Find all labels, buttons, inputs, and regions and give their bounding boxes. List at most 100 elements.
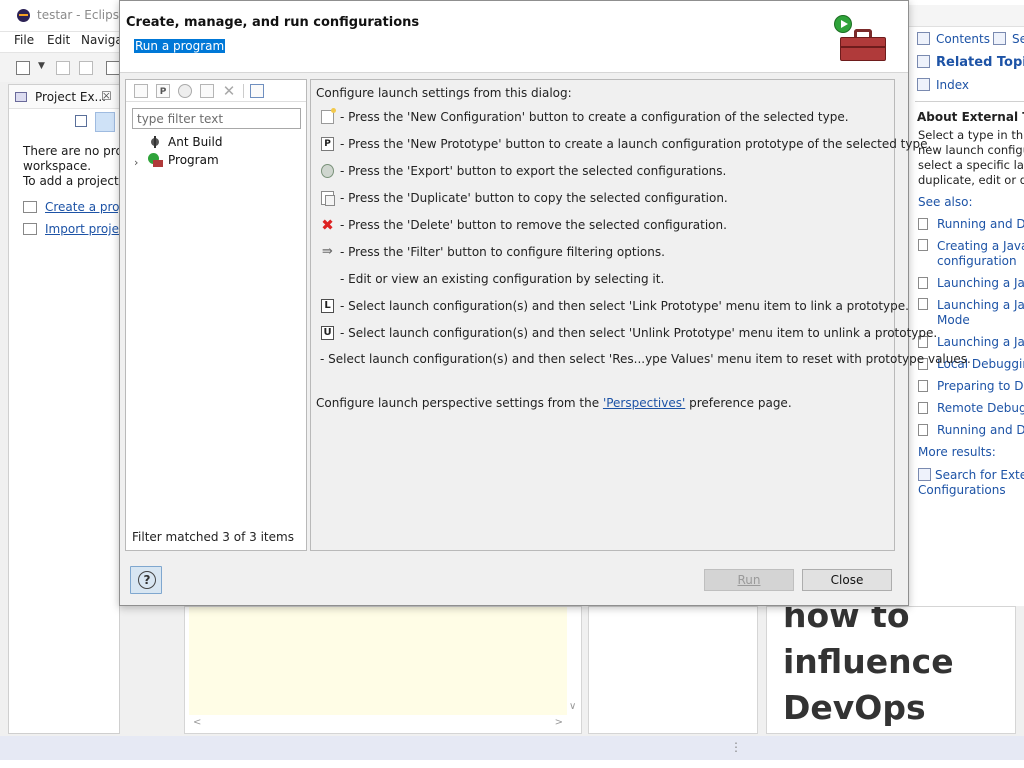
duplicate-icon <box>321 191 335 206</box>
help-search-external-link[interactable]: Search for Extern Configurations <box>918 468 1024 498</box>
info-line: - Select launch configuration(s) and the… <box>340 299 909 313</box>
menu-edit[interactable]: Edit <box>47 33 70 47</box>
tree-item-program[interactable]: Program <box>148 153 219 167</box>
new-prototype-icon: P <box>321 137 334 151</box>
delete-icon[interactable]: ✕ <box>222 84 236 99</box>
help-search-external-label: Search for Extern Configurations <box>918 468 1024 497</box>
close-icon[interactable]: ☒ <box>101 89 112 103</box>
perspectives-link[interactable]: 'Perspectives' <box>603 396 685 410</box>
help-topic-label: Launching a Java <box>937 276 1024 290</box>
dropdown-arrow-icon[interactable]: ▼ <box>38 61 45 71</box>
launch-info-panel: Configure launch settings from this dial… <box>310 79 971 551</box>
filter-status: Filter matched 3 of 3 items <box>132 530 294 544</box>
eclipse-logo-icon <box>17 9 30 22</box>
help-about-text: Select a type in this t new launch confi… <box>918 128 1024 187</box>
perspective-info: Configure launch perspective settings fr… <box>316 396 792 410</box>
document-icon <box>918 380 928 392</box>
help-topic-label: Remote Debugg <box>937 401 1024 415</box>
project-explorer-icon <box>15 92 27 102</box>
window-titlebar: testar - Eclipse I <box>0 0 134 32</box>
collapse-all-icon[interactable] <box>250 84 264 98</box>
index-icon <box>917 78 930 91</box>
help-topic-link[interactable]: Running and De <box>918 217 1024 232</box>
info-line: - Press the 'New Configuration' button t… <box>340 110 849 124</box>
program-launch-icon <box>148 153 163 167</box>
help-topic-label: Creating a Java a configuration <box>937 239 1024 268</box>
export-icon <box>321 164 334 178</box>
help-search-link[interactable]: Se <box>993 32 1024 46</box>
document-icon <box>918 424 928 436</box>
help-topic-link[interactable]: Preparing to Deb <box>918 379 1024 394</box>
help-topic-link[interactable]: Running and De <box>918 423 1024 438</box>
info-line: - Press the 'Delete' button to remove th… <box>340 218 727 232</box>
close-button[interactable]: Close <box>802 569 892 591</box>
help-topic-label: Launching a Java <box>937 335 1024 349</box>
window-bottom-edge <box>0 760 1024 768</box>
related-topics-icon <box>917 55 930 68</box>
help-contents-link[interactable]: Contents <box>917 32 990 46</box>
help-topic-link[interactable]: Launching a Java Mode <box>918 298 1024 328</box>
main-toolbar: ▼ <box>0 52 120 82</box>
new-configuration-icon[interactable] <box>134 84 148 98</box>
new-prototype-icon[interactable]: P <box>156 84 170 98</box>
help-related-topics-label: Related Topics <box>936 55 1024 70</box>
import-icon <box>23 223 37 235</box>
help-see-also: See also: <box>918 195 973 209</box>
expand-arrow-icon[interactable]: › <box>134 156 138 169</box>
link-with-editor-icon[interactable] <box>95 112 115 132</box>
launch-config-toolbar: P ✕ <box>126 80 306 102</box>
tree-item-label: Program <box>168 153 219 167</box>
menubar: File Edit Navigat <box>0 32 127 52</box>
help-toolbar <box>909 5 1024 27</box>
help-contents-label: Contents <box>936 32 990 46</box>
import-project-label: Import proje <box>45 222 119 236</box>
export-icon[interactable] <box>178 84 192 98</box>
search-icon <box>918 468 931 481</box>
menu-file[interactable]: File <box>14 33 34 47</box>
status-bar: ⋮ <box>0 736 1024 760</box>
help-topic-label: Running and De <box>937 217 1024 231</box>
save-all-icon[interactable] <box>79 61 93 75</box>
help-topic-label: Running and De <box>937 423 1024 437</box>
dialog-subtitle: Run a program <box>134 39 226 53</box>
info-intro: Configure launch settings from this dial… <box>316 86 572 100</box>
tree-item-ant-build[interactable]: Ant Build <box>148 135 222 149</box>
collapse-all-icon[interactable] <box>75 115 87 127</box>
search-icon <box>993 32 1006 45</box>
help-topic-link[interactable]: Remote Debugg <box>918 401 1024 416</box>
project-explorer-tab-label: Project Ex... <box>35 90 106 104</box>
help-topic-link[interactable]: Launching a Java <box>918 276 1024 291</box>
run-button[interactable]: Run <box>704 569 794 591</box>
create-project-link[interactable]: Create a proj <box>23 200 123 214</box>
help-index-label: Index <box>936 78 970 92</box>
help-button[interactable]: ? <box>130 566 162 594</box>
duplicate-icon[interactable] <box>200 84 214 98</box>
run-button-label: Run <box>737 573 761 587</box>
link-prototype-icon: L <box>321 299 334 313</box>
help-index-link[interactable]: Index <box>917 78 969 92</box>
delete-icon: ✖ <box>321 216 334 234</box>
vertical-scrollbar-arrow-icon[interactable]: ∨ <box>569 701 576 712</box>
dialog-header: Create, manage, and run configurations R… <box>120 1 908 73</box>
create-project-label: Create a proj <box>45 200 123 214</box>
perspective-suffix: preference page. <box>685 396 792 410</box>
info-line: - Press the 'Filter' button to configure… <box>340 245 665 259</box>
help-topic-link[interactable]: Creating a Java a configuration <box>918 239 1024 269</box>
new-wizard-icon[interactable] <box>16 61 30 75</box>
help-about-title: About External Tool <box>917 110 1024 124</box>
filter-input[interactable] <box>132 108 301 129</box>
import-project-link[interactable]: Import proje <box>23 222 119 236</box>
editor-area-left: < > ∨ <box>184 606 582 734</box>
resize-grip-icon[interactable]: ⋮ <box>730 740 742 754</box>
unlink-prototype-icon: U <box>321 326 334 340</box>
run-configurations-dialog: Create, manage, and run configurations R… <box>119 0 971 606</box>
document-icon <box>918 218 928 230</box>
debug-icon[interactable] <box>106 61 120 75</box>
project-explorer-tab[interactable]: Project Ex... ☒ <box>9 85 121 109</box>
dialog-title: Create, manage, and run configurations <box>126 15 420 30</box>
horizontal-scrollbar[interactable]: < > <box>189 717 567 731</box>
save-icon[interactable] <box>56 61 70 75</box>
info-line: - Select launch configuration(s) and the… <box>320 352 971 366</box>
help-related-topics-link[interactable]: Related Topics <box>917 55 1024 70</box>
contents-icon <box>917 32 930 45</box>
